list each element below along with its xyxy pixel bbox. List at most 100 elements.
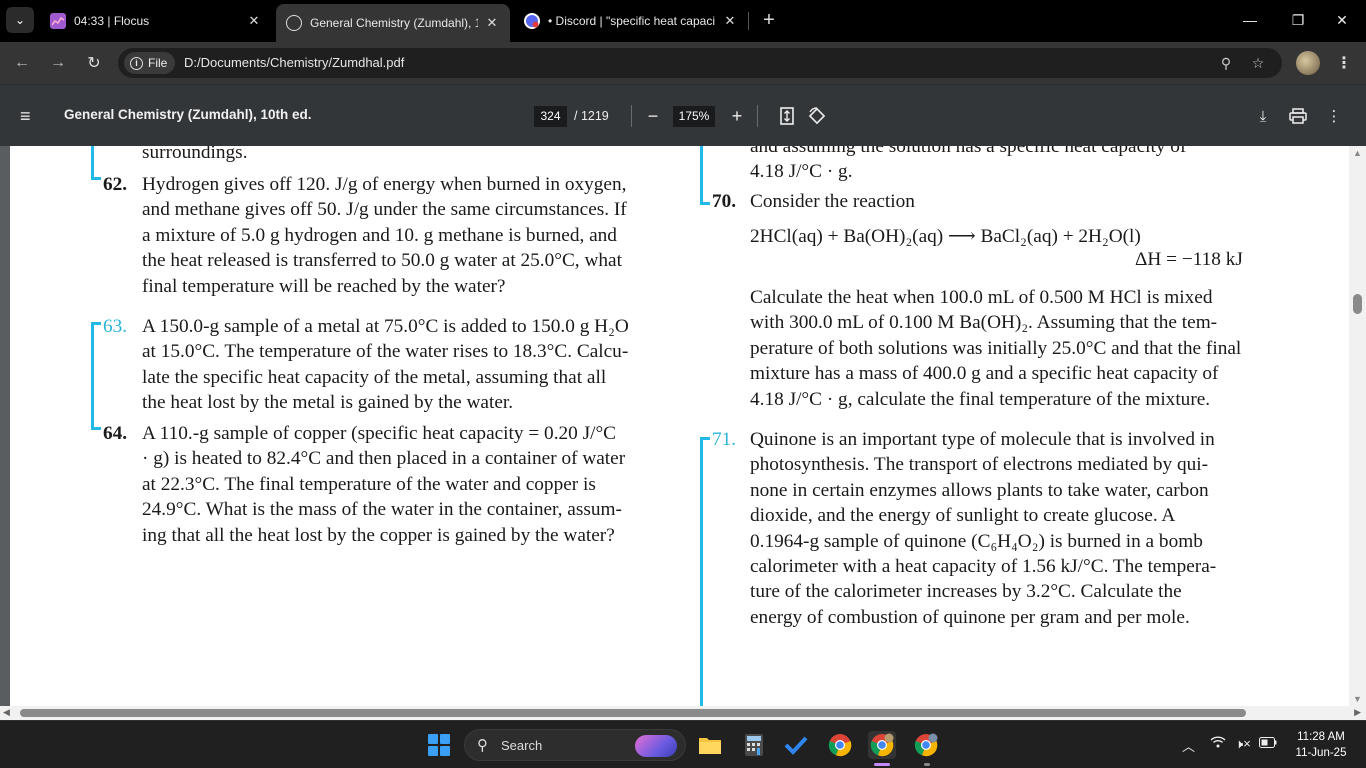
calculator-icon <box>745 734 763 756</box>
flocus-favicon-icon <box>50 13 66 29</box>
fit-page-button[interactable] <box>776 105 798 127</box>
reaction-equation: 2HCl(aq) + Ba(OH)₂(aq) ⟶ BaCl₂(aq) + 2H₂… <box>750 226 1141 247</box>
back-button[interactable]: ← <box>10 51 34 75</box>
text-line: 0.1964-g sample of quinone (C₆H₄O₂) is b… <box>750 530 1203 552</box>
volume-muted-icon[interactable]: 🕨× <box>1235 736 1251 752</box>
scroll-up-icon[interactable]: ▲ <box>1353 148 1362 158</box>
browser-menu-button[interactable]: ⋮ <box>1336 51 1352 75</box>
info-icon: i <box>130 56 143 70</box>
tab-general-chemistry[interactable]: General Chemistry (Zumdahl), 1 ✕ <box>276 4 510 42</box>
forward-button[interactable]: → <box>46 51 70 75</box>
clock-date: 11-Jun-25 <box>1295 747 1347 759</box>
question-71-text: Quinone is an important type of molecule… <box>750 427 1268 630</box>
system-clock[interactable]: 11:28 AM 11-Jun-25 <box>1284 729 1358 761</box>
search-label: Search <box>501 738 543 753</box>
download-button[interactable]: ⤓ <box>1252 105 1274 127</box>
site-info-label: File <box>148 56 168 70</box>
text-line: Calculate the heat when 100.0 mL of 0.50… <box>750 287 1213 308</box>
file-explorer-button[interactable] <box>696 731 724 759</box>
text-line: ture of the calorimeter increases by 3.2… <box>750 581 1182 603</box>
close-window-button[interactable]: ✕ <box>1328 8 1356 32</box>
plus-icon: + <box>763 9 775 31</box>
download-icon: ⤓ <box>1259 107 1267 125</box>
wifi-icon[interactable] <box>1210 736 1226 751</box>
rotate-button[interactable] <box>806 105 828 127</box>
battery-icon[interactable] <box>1259 736 1277 751</box>
text-line: a mixture of 5.0 g hydrogen and 10. g me… <box>142 224 617 246</box>
question-number-70: 70. <box>712 191 737 212</box>
close-icon[interactable]: ✕ <box>484 15 500 31</box>
address-bar[interactable]: i File D:/Documents/Chemistry/Zumdhal.pd… <box>118 48 1282 78</box>
text-line: dioxide, and the energy of sunlight to c… <box>750 505 1176 527</box>
taskbar-search[interactable]: ⚲ Search <box>464 729 686 761</box>
scrollbar-thumb[interactable] <box>20 709 1246 717</box>
url-text[interactable]: D:/Documents/Chemistry/Zumdhal.pdf <box>184 55 404 70</box>
tab-discord[interactable]: • Discord | "specific heat capaci ✕ <box>514 4 748 38</box>
question-70-intro: Consider the reaction <box>750 191 915 212</box>
close-icon[interactable]: ✕ <box>722 13 738 29</box>
close-icon[interactable]: ✕ <box>246 13 262 29</box>
restore-button[interactable]: ❐ <box>1284 8 1312 32</box>
chrome-icon <box>870 733 894 757</box>
more-vert-icon: ⋮ <box>1326 108 1342 125</box>
vertical-scrollbar[interactable]: ▲ ▼ <box>1349 146 1366 706</box>
scrollbar-thumb[interactable] <box>1353 294 1362 314</box>
tab-search-button[interactable]: ⌄ <box>6 7 34 33</box>
question-bracket <box>91 322 101 325</box>
text-line: calorimeter with a heat capacity of 1.56… <box>750 556 1217 578</box>
tab-title: 04:33 | Flocus <box>74 14 150 28</box>
arrow-left-icon: ← <box>14 54 30 71</box>
pdf-viewport[interactable]: surroundings. 62. Hydrogen gives off 120… <box>0 146 1366 706</box>
search-highlight-icon <box>635 735 677 757</box>
checkmark-icon <box>784 736 808 755</box>
pdf-page: surroundings. 62. Hydrogen gives off 120… <box>10 146 1349 706</box>
chrome-profile-2-button[interactable] <box>912 731 940 759</box>
tab-title: • Discord | "specific heat capaci <box>548 14 715 28</box>
page-number-input[interactable]: 324 <box>534 106 567 127</box>
calculator-button[interactable] <box>740 731 768 759</box>
scroll-left-icon[interactable]: ◀ <box>3 707 10 718</box>
text-line: 4.18 J/°C · g, calculate the final tempe… <box>750 388 1211 410</box>
question-bracket <box>91 146 94 178</box>
enthalpy-change: ΔH = −118 kJ <box>1135 249 1243 270</box>
print-button[interactable] <box>1287 105 1309 127</box>
horizontal-scrollbar[interactable]: ◀ ▶ <box>0 706 1366 720</box>
clock-time: 11:28 AM <box>1297 731 1345 743</box>
bookmark-star-icon[interactable]: ☆ <box>1248 53 1268 73</box>
zoom-in-button[interactable]: + <box>726 104 748 128</box>
chrome-button[interactable] <box>826 731 854 759</box>
text-line: late the specific heat capacity of the m… <box>142 366 607 388</box>
zoom-out-button[interactable]: − <box>642 104 664 128</box>
text-line: photosynthesis. The transport of electro… <box>750 454 1209 476</box>
minimize-button[interactable]: — <box>1236 8 1264 32</box>
reload-button[interactable]: ↻ <box>82 51 106 75</box>
fit-page-icon <box>780 107 794 125</box>
start-button[interactable] <box>428 734 450 756</box>
text-line: and methane gives off 50. J/g under the … <box>142 199 627 221</box>
chrome-profile-button[interactable] <box>868 731 896 759</box>
scroll-down-icon[interactable]: ▼ <box>1353 694 1362 704</box>
browser-toolbar: ← → ↻ i File D:/Documents/Chemistry/Zumd… <box>0 42 1366 84</box>
text-line: · g) is heated to 82.4°C and then placed… <box>142 448 626 470</box>
zoom-input[interactable]: 175% <box>673 106 715 127</box>
todo-button[interactable] <box>782 731 810 759</box>
new-tab-button[interactable]: + <box>758 10 780 32</box>
minimize-icon: — <box>1243 12 1257 28</box>
minus-icon: − <box>647 105 659 126</box>
divider <box>757 105 758 127</box>
reload-icon: ↻ <box>87 55 101 72</box>
pdf-toolbar: ≡ General Chemistry (Zumdahl), 10th ed. … <box>0 84 1366 146</box>
profile-avatar[interactable] <box>1296 51 1320 75</box>
site-info-chip[interactable]: i File <box>124 52 176 74</box>
text-line: mixture has a mass of 400.0 g and a spec… <box>750 363 1219 385</box>
tab-flocus[interactable]: 04:33 | Flocus ✕ <box>40 4 272 38</box>
print-icon <box>1289 108 1307 124</box>
zoom-icon[interactable]: ⚲ <box>1216 53 1236 73</box>
text-line: with 300.0 mL of 0.100 M Ba(OH)₂. Assumi… <box>750 312 1218 334</box>
question-number-64: 64. <box>103 423 128 444</box>
tray-overflow-icon[interactable]: ︿ <box>1182 736 1195 755</box>
menu-icon[interactable]: ≡ <box>20 107 42 125</box>
more-vert-icon: ⋮ <box>1336 55 1352 72</box>
more-actions-button[interactable]: ⋮ <box>1323 105 1345 127</box>
scroll-right-icon[interactable]: ▶ <box>1354 707 1361 718</box>
